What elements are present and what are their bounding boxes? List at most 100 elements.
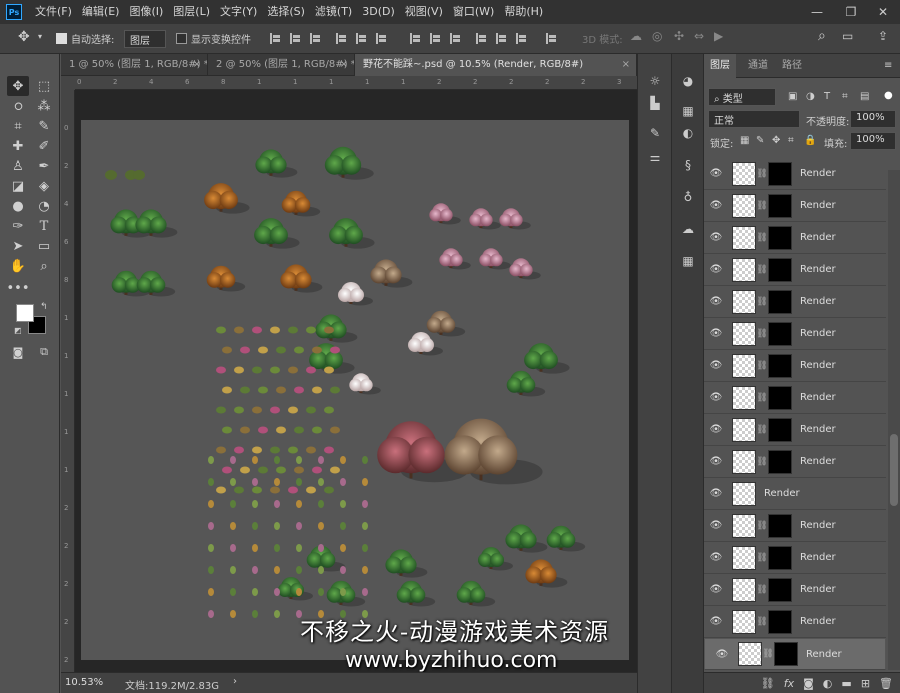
mask-link-icon[interactable]: ⛓ [756,617,768,627]
menu-image[interactable]: 图像(I) [124,0,168,24]
visibility-eye-icon[interactable]: 👁 [704,328,728,339]
drag-3d-icon[interactable]: ✣ [674,29,684,43]
lock-all-icon[interactable]: 🔒 [804,135,816,146]
layer-mask-thumbnail[interactable] [768,449,792,474]
layer-mask-thumbnail[interactable] [768,321,792,346]
layer-row[interactable]: 👁 ⛓ Render [704,446,886,478]
zoom-level[interactable]: 10.53% [65,677,103,688]
visibility-eye-icon[interactable]: 👁 [704,232,728,243]
lock-artboard-icon[interactable]: ⌗ [788,135,794,146]
layer-thumbnail[interactable] [732,321,756,346]
layer-row[interactable]: 👁 ⛓ Render [704,254,886,286]
distribute-left-icon[interactable] [476,33,487,44]
close-icon[interactable]: × [340,54,348,76]
search-icon[interactable]: ⌕ [818,28,826,44]
scrollbar-thumb[interactable] [890,434,898,506]
layer-thumbnail[interactable] [732,577,756,602]
rectangle-tool-icon[interactable]: ▭ [33,236,55,256]
color-icon[interactable]: ◕ [679,72,697,90]
fill-input[interactable]: 100% [850,132,896,150]
layer-mask-thumbnail[interactable] [768,257,792,282]
swap-colors-icon[interactable]: ↰ [40,302,48,312]
adjustments-icon[interactable]: ⚌ [646,148,664,166]
mask-link-icon[interactable]: ⛓ [756,521,768,531]
menu-3d[interactable]: 3D(D) [357,0,400,24]
history-brush-icon[interactable]: ✒ [33,156,55,176]
paint-bucket-icon[interactable]: ◈ [33,176,55,196]
align-hcenter-icon[interactable] [356,33,367,44]
visibility-eye-icon[interactable]: 👁 [704,456,728,467]
new-group-icon[interactable]: ▬ [841,677,851,690]
layer-row[interactable]: 👁 ⛓ Render [704,638,886,670]
menu-file[interactable]: 文件(F) [30,0,77,24]
layer-thumbnail[interactable] [732,545,756,570]
layer-row[interactable]: 👁 ⛓ Render [704,318,886,350]
mask-link-icon[interactable]: ⛓ [756,329,768,339]
tab-doc-2[interactable]: 2 @ 50% (图层 1, RGB/8#) * × [208,54,355,76]
lasso-tool-icon[interactable]: ഠ [7,96,29,116]
layer-thumbnail[interactable] [732,513,756,538]
opacity-input[interactable]: 100% [850,110,896,128]
mask-link-icon[interactable]: ⛓ [756,457,768,467]
layer-thumbnail[interactable] [732,257,756,282]
visibility-eye-icon[interactable]: 👁 [704,616,728,627]
pen-tool-icon[interactable]: ✑ [7,216,29,236]
visibility-eye-icon[interactable]: 👁 [704,296,728,307]
orbit-3d-icon[interactable]: ☁ [630,29,642,43]
layer-row[interactable]: 👁 ⛓ Render [704,190,886,222]
chevron-right-icon[interactable]: › [233,676,237,687]
visibility-eye-icon[interactable]: 👁 [704,200,728,211]
swatches-icon[interactable]: ▦ [679,102,697,120]
menu-layer[interactable]: 图层(L) [168,0,215,24]
marquee-tool-icon[interactable]: ⬚ [33,76,55,96]
auto-select-dropdown[interactable]: 图层 [124,30,166,48]
mask-link-icon[interactable]: ⛓ [756,169,768,179]
layer-mask-thumbnail[interactable] [768,417,792,442]
mask-link-icon[interactable]: ⛓ [762,649,774,659]
mask-link-icon[interactable]: ⛓ [756,393,768,403]
mask-link-icon[interactable]: ⛓ [756,585,768,595]
align-bottom-icon[interactable] [310,33,321,44]
layer-thumbnail[interactable] [732,449,756,474]
lock-pixels-icon[interactable]: ✎ [756,135,764,146]
default-colors-icon[interactable]: ◩ [14,326,22,335]
mask-link-icon[interactable]: ⛓ [756,297,768,307]
panel-menu-icon[interactable]: ≡ [884,60,892,71]
menu-select[interactable]: 选择(S) [262,0,310,24]
layer-mask-thumbnail[interactable] [768,577,792,602]
visibility-eye-icon[interactable]: 👁 [704,168,728,179]
mask-link-icon[interactable]: ⛓ [756,553,768,563]
layer-mask-thumbnail[interactable] [768,545,792,570]
close-button[interactable]: ✕ [866,0,900,24]
layer-mask-thumbnail[interactable] [768,385,792,410]
move-tool-icon[interactable]: ✥ [7,76,29,96]
distribute-right-icon[interactable] [516,33,527,44]
tab-paths[interactable]: 路径 [776,54,808,78]
filter-toggle-icon[interactable]: ● [884,90,893,101]
visibility-eye-icon[interactable]: 👁 [704,360,728,371]
lock-transparent-icon[interactable]: ▦ [740,135,749,146]
horizontal-ruler[interactable]: 0 2 4 6 8 1 1 1 1 1 2 2 2 2 2 3 [75,76,637,90]
layer-filter-dropdown[interactable]: ⌕ 类型 [708,88,776,106]
quick-mask-icon[interactable]: ◙ [7,342,29,362]
dodge-tool-icon[interactable]: ◔ [33,196,55,216]
mask-link-icon[interactable]: ⛓ [756,265,768,275]
auto-align-icon[interactable] [546,33,557,44]
eraser-icon[interactable]: ◪ [7,176,29,196]
chevron-down-icon[interactable]: ▾ [38,32,42,41]
visibility-eye-icon[interactable]: 👁 [704,488,728,499]
filter-pixel-icon[interactable]: ▣ [788,91,797,102]
layer-thumbnail[interactable] [732,193,756,218]
layer-style-icon[interactable]: fx [784,677,794,690]
eyedropper-icon[interactable]: ✎ [33,116,55,136]
mask-link-icon[interactable]: ⛓ [756,201,768,211]
tab-layers[interactable]: 图层 [704,54,736,78]
distribute-bottom-icon[interactable] [450,33,461,44]
screen-mode-icon[interactable]: ⧉ [33,342,55,362]
magic-wand-icon[interactable]: ⁂ [33,96,55,116]
styles-icon[interactable]: ◐ [679,124,697,142]
layer-thumbnail[interactable] [732,385,756,410]
layer-thumbnail[interactable] [732,161,756,186]
hand-tool-icon[interactable]: ✋ [7,256,29,276]
layer-mask-thumbnail[interactable] [768,193,792,218]
